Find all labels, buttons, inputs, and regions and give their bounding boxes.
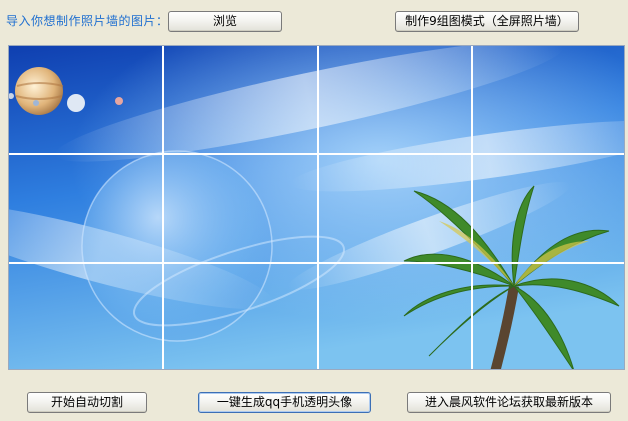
visit-forum-button[interactable]: 进入晨风软件论坛获取最新版本 bbox=[407, 392, 611, 413]
browse-button[interactable]: 浏览 bbox=[168, 11, 282, 32]
start-auto-cut-button[interactable]: 开始自动切割 bbox=[27, 392, 147, 413]
import-prompt-label: 导入你想制作照片墙的图片： bbox=[6, 14, 169, 28]
make-photo-wall-button[interactable]: 制作9组图模式（全屏照片墙） bbox=[395, 11, 579, 32]
image-preview bbox=[8, 45, 625, 370]
tiny-planet bbox=[115, 97, 123, 105]
jupiter-planet bbox=[15, 67, 63, 115]
translucent-moon bbox=[81, 150, 273, 342]
sky-planets-palm-image bbox=[9, 46, 624, 369]
generate-avatar-button[interactable]: 一键生成qq手机透明头像 bbox=[198, 392, 371, 413]
small-moon-planet bbox=[67, 94, 85, 112]
tiny-planet bbox=[33, 100, 39, 106]
